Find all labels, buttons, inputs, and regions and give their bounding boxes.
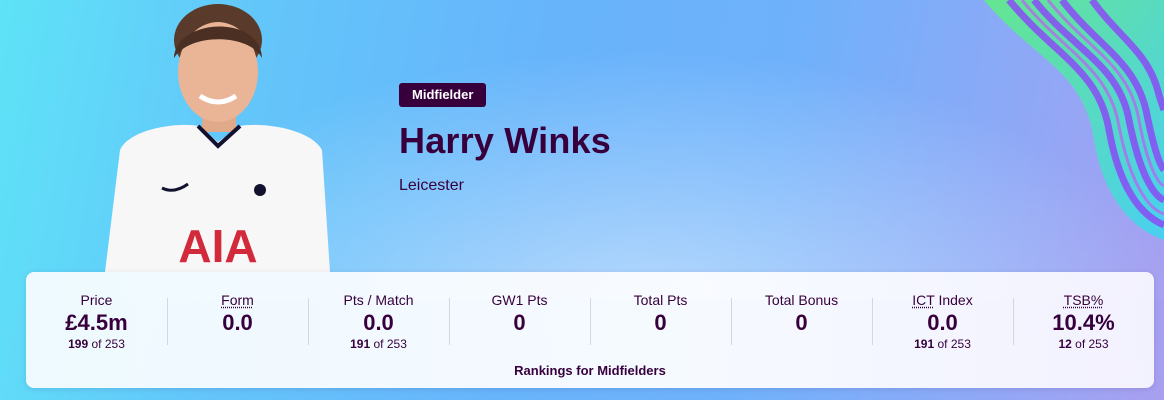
stat-value: 10.4%	[1052, 310, 1115, 335]
stat-label: Total Bonus	[764, 292, 839, 308]
stat-total-pts: Total Pts 0	[590, 272, 731, 352]
stat-value: 0.0	[222, 310, 253, 335]
tsb-tooltip-trigger[interactable]: TSB%	[1064, 292, 1104, 308]
rank-number: 191	[350, 337, 371, 351]
stat-ict-index: ICT Index 0.0 191 of 253	[872, 272, 1013, 352]
stat-total-bonus: Total Bonus 0	[731, 272, 872, 352]
position-badge: Midfielder	[399, 83, 487, 107]
stat-label: GW1 Pts	[491, 292, 548, 308]
stat-label: TSB%	[1013, 292, 1154, 308]
stat-rank: 12 of 253	[1013, 337, 1154, 351]
stat-label: ICT Index	[872, 292, 1013, 308]
ict-tooltip-trigger[interactable]: ICT	[912, 292, 934, 308]
stat-form: Form 0.0	[167, 272, 308, 352]
rank-number: 199	[68, 337, 89, 351]
stat-label[interactable]: Form	[167, 292, 308, 308]
stat-value: 0.0	[927, 310, 958, 335]
stat-tsb: TSB% 10.4% 12 of 253	[1013, 272, 1154, 352]
stats-card: Price £4.5m 199 of 253 Form 0.0 Pts / Ma…	[26, 272, 1154, 388]
shirt-sponsor-logo: AIA	[178, 220, 257, 272]
stat-rank: 199 of 253	[26, 337, 167, 351]
team-name: Leicester	[399, 177, 464, 194]
rankings-caption: Rankings for Midfielders	[514, 363, 666, 378]
rank-number: 12	[1058, 337, 1072, 351]
rank-total: of 253	[373, 337, 407, 351]
stat-label: Pts / Match	[343, 292, 414, 308]
stat-rank: 191 of 253	[308, 337, 449, 351]
stat-gw1-pts: GW1 Pts 0	[449, 272, 590, 352]
rank-total: of 253	[1075, 337, 1109, 351]
player-name: Harry Winks	[399, 120, 611, 161]
stats-row: Price £4.5m 199 of 253 Form 0.0 Pts / Ma…	[26, 272, 1154, 352]
stat-pts-per-match: Pts / Match 0.0 191 of 253	[308, 272, 449, 352]
rank-number: 191	[914, 337, 935, 351]
player-photo: AIA	[105, 4, 330, 272]
stat-price: Price £4.5m 199 of 253	[26, 272, 167, 352]
stat-value: £4.5m	[65, 310, 128, 335]
stat-value: 0	[795, 310, 808, 335]
stat-value: 0	[513, 310, 526, 335]
stat-label-rest: Index	[934, 292, 973, 308]
stat-value: 0	[654, 310, 667, 335]
rank-total: of 253	[91, 337, 125, 351]
form-tooltip-trigger[interactable]: Form	[221, 292, 254, 308]
stat-label: Price	[80, 292, 113, 308]
decorative-wave-graphic	[984, 0, 1164, 240]
stat-rank: 191 of 253	[872, 337, 1013, 351]
stat-value: 0.0	[363, 310, 394, 335]
rank-total: of 253	[937, 337, 971, 351]
stat-label: Total Pts	[633, 292, 688, 308]
